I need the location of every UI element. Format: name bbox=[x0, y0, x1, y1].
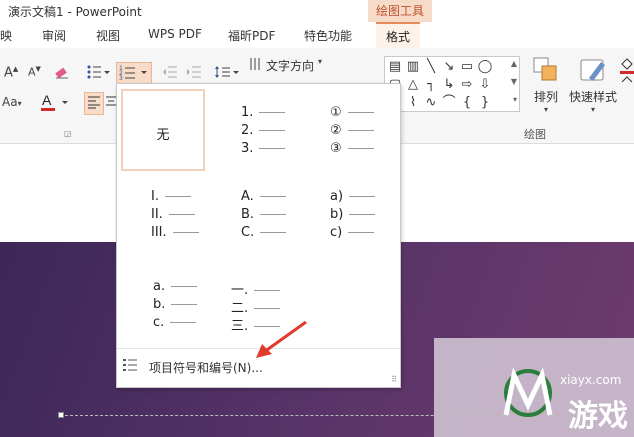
text-direction-label[interactable]: 文字方向 bbox=[266, 57, 314, 74]
svg-text:A: A bbox=[42, 92, 52, 108]
context-tab-drawing-tools: 绘图工具 bbox=[368, 0, 432, 22]
change-case-icon[interactable]: Aa▾ bbox=[2, 96, 22, 108]
numbering-button[interactable]: 123 bbox=[116, 62, 152, 85]
quick-styles-button[interactable]: 快速样式 ▾ bbox=[566, 56, 620, 114]
bullets-icon[interactable] bbox=[86, 64, 110, 83]
shrink-font-icon[interactable]: A▼ bbox=[28, 66, 41, 78]
increase-indent-icon[interactable] bbox=[186, 64, 202, 83]
tab-foxit-pdf[interactable]: 福昕PDF bbox=[228, 27, 275, 44]
numbering-option-lower-alpha-paren[interactable]: a) b) c) bbox=[322, 179, 402, 261]
gallery-scroll-down-icon[interactable]: ▼ bbox=[511, 77, 517, 86]
tab-format[interactable]: 格式 bbox=[376, 22, 421, 48]
arrange-dropdown-icon: ▾ bbox=[543, 105, 548, 114]
option-item: 二. bbox=[231, 301, 249, 316]
font-color-icon[interactable]: A bbox=[40, 92, 70, 115]
option-item: A. bbox=[241, 189, 254, 204]
vertical-textbox-shape-icon[interactable]: ▥ bbox=[405, 59, 421, 75]
align-left-icon[interactable] bbox=[84, 92, 104, 115]
paragraph-dialog-launcher-icon[interactable]: ◲ bbox=[64, 130, 72, 138]
annotation-arrow-icon bbox=[256, 320, 307, 358]
numbering-option-none[interactable]: 无 bbox=[121, 89, 205, 171]
option-item: b. bbox=[153, 297, 166, 312]
option-item: II. bbox=[151, 207, 163, 222]
quick-styles-icon bbox=[580, 59, 605, 81]
numbering-option-upper-alpha[interactable]: A. B. C. bbox=[233, 179, 313, 261]
numbering-option-lower-alpha[interactable]: a. b. c. bbox=[147, 269, 227, 351]
rectangle-shape-icon[interactable]: ▭ bbox=[459, 59, 475, 75]
numbering-option-circled[interactable]: ① ② ③ bbox=[322, 89, 402, 171]
curve-shape-icon[interactable]: ∿ bbox=[423, 95, 439, 111]
align-center-icon[interactable] bbox=[106, 95, 116, 112]
option-item: c) bbox=[330, 225, 343, 240]
tab-special-features[interactable]: 特色功能 bbox=[304, 27, 352, 44]
textbox-shape-icon[interactable]: ▤ bbox=[387, 59, 403, 75]
option-item: 1. bbox=[241, 105, 254, 120]
option-item: a. bbox=[153, 279, 166, 294]
shape-fill-icon[interactable] bbox=[620, 56, 634, 95]
resize-grip-icon[interactable]: ⠿ bbox=[391, 375, 397, 384]
option-item: B. bbox=[241, 207, 255, 222]
text-direction-icon[interactable] bbox=[248, 57, 262, 74]
drawing-group-label: 绘图 bbox=[524, 128, 546, 141]
right-arrow-shape-icon[interactable]: ⇨ bbox=[459, 77, 475, 93]
triangle-shape-icon[interactable]: △ bbox=[405, 77, 421, 93]
option-item: C. bbox=[241, 225, 255, 240]
tab-view[interactable]: 视图 bbox=[96, 27, 120, 44]
arrange-label: 排列 bbox=[533, 90, 558, 104]
decrease-indent-icon[interactable] bbox=[162, 64, 178, 83]
text-direction-dropdown-icon[interactable]: ▾ bbox=[318, 57, 322, 66]
option-item: 一. bbox=[231, 283, 249, 298]
gallery-scroll-up-icon[interactable]: ▲ bbox=[511, 59, 517, 68]
option-item: 3. bbox=[241, 141, 254, 156]
option-item: 三. bbox=[231, 319, 249, 334]
option-item: b) bbox=[330, 207, 344, 222]
quick-styles-dropdown-icon: ▾ bbox=[590, 105, 595, 114]
arrow-line-shape-icon[interactable]: ↘ bbox=[441, 59, 457, 75]
tab-slideshow[interactable]: 映 bbox=[0, 27, 12, 44]
numbering-option-upper-roman[interactable]: I. II. III. bbox=[145, 179, 225, 261]
watermark-text: 游戏 bbox=[568, 399, 628, 434]
tab-review[interactable]: 审阅 bbox=[42, 27, 66, 44]
ribbon-tabs: 映 审阅 视图 WPS PDF 福昕PDF 特色功能 格式 bbox=[0, 22, 634, 48]
option-item: 2. bbox=[241, 123, 254, 138]
selection-handle[interactable] bbox=[58, 412, 64, 418]
tab-wps-pdf[interactable]: WPS PDF bbox=[148, 27, 202, 41]
arrange-icon bbox=[533, 57, 557, 81]
line-spacing-icon[interactable] bbox=[214, 64, 240, 83]
window-title: 演示文稿1 - PowerPoint bbox=[8, 5, 142, 19]
numbered-list-icon bbox=[123, 357, 139, 376]
arc-shape-icon[interactable]: ⌒ bbox=[441, 95, 457, 111]
watermark-site: xiayx.com bbox=[560, 373, 622, 387]
option-item: ② bbox=[330, 123, 342, 138]
oval-shape-icon[interactable]: ◯ bbox=[477, 59, 493, 75]
quick-styles-label: 快速样式 bbox=[568, 90, 617, 104]
option-item: ③ bbox=[330, 141, 342, 156]
title-bar: 演示文稿1 - PowerPoint 绘图工具 bbox=[0, 0, 634, 22]
option-item: c. bbox=[153, 315, 165, 330]
left-brace-shape-icon[interactable]: { bbox=[459, 95, 475, 111]
numbering-option-arabic[interactable]: 1. 2. 3. bbox=[233, 89, 313, 171]
grow-font-icon[interactable]: A▲ bbox=[4, 66, 18, 80]
watermark-logo: xiayx.com 游戏 bbox=[470, 355, 630, 434]
option-item: I. bbox=[151, 189, 159, 204]
option-item: III. bbox=[151, 225, 167, 240]
none-label: 无 bbox=[156, 128, 170, 143]
curved-connector-shape-icon[interactable]: ↳ bbox=[441, 77, 457, 93]
svg-text:3: 3 bbox=[119, 75, 123, 80]
clear-format-icon[interactable] bbox=[54, 64, 70, 83]
shapes-gallery[interactable]: ▤ ▥ ╲ ↘ ▭ ◯ ▢ △ ┐ ↳ ⇨ ⇩ ☆ ⌇ ∿ ⌒ { } ▲ ▼ … bbox=[384, 56, 520, 112]
elbow-connector-shape-icon[interactable]: ┐ bbox=[423, 77, 439, 93]
option-item: ① bbox=[330, 105, 342, 120]
down-arrow-shape-icon[interactable]: ⇩ bbox=[477, 77, 493, 93]
bullets-and-numbering-label: 项目符号和编号(N)... bbox=[149, 361, 263, 375]
line-shape-icon[interactable]: ╲ bbox=[423, 59, 439, 75]
gallery-more-icon[interactable]: ▾ bbox=[513, 95, 517, 104]
arrange-button[interactable]: 排列 ▾ bbox=[528, 56, 564, 114]
right-brace-shape-icon[interactable]: } bbox=[477, 95, 493, 111]
option-item: a) bbox=[330, 189, 344, 204]
freeform-shape-icon[interactable]: ⌇ bbox=[405, 95, 421, 111]
